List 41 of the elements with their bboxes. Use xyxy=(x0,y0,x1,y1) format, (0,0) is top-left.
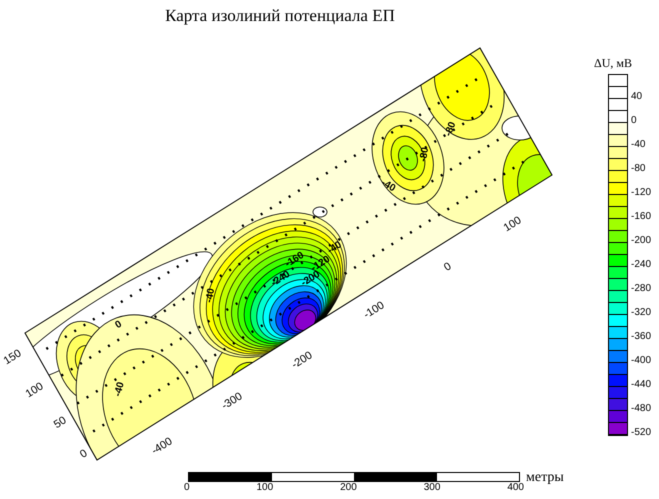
legend-label: -240 xyxy=(631,259,652,271)
legend-label: -280 xyxy=(631,283,652,295)
axis-label: 0 xyxy=(78,447,90,461)
legend-label: -80 xyxy=(631,163,646,175)
contour-label: -40 xyxy=(379,177,398,194)
axis-label: 100 xyxy=(502,214,524,234)
scale-label: 200 xyxy=(340,482,357,493)
scale-label: 400 xyxy=(507,482,524,493)
scale-label: 100 xyxy=(256,482,274,493)
legend-label: -160 xyxy=(631,211,652,223)
contour-label: -200 xyxy=(299,268,322,289)
scale-unit: метры xyxy=(526,470,564,486)
scale-label: 0 xyxy=(184,482,190,493)
axis-label: -300 xyxy=(220,390,245,412)
legend-title: ΔU, мВ xyxy=(594,56,633,71)
contour-label: -40 xyxy=(112,380,127,398)
axis-label: 50 xyxy=(52,414,69,432)
legend-label: -360 xyxy=(631,331,652,343)
axis-label: -400 xyxy=(150,435,175,458)
legend-label: 40 xyxy=(631,91,642,103)
contour-label: -80 xyxy=(443,120,458,138)
contour-label: -240 xyxy=(269,268,292,289)
scale-label: 300 xyxy=(424,482,440,493)
axis-label: 0 xyxy=(442,260,454,274)
legend-label: -200 xyxy=(631,235,652,247)
legend-label: -440 xyxy=(631,379,652,391)
map-title: Карта изолиний потенциала ЕП xyxy=(164,5,396,27)
axis-label: 100 xyxy=(24,380,46,400)
contour-label: -40 xyxy=(204,288,218,304)
legend-label: -40 xyxy=(631,139,646,151)
axis-label: 150 xyxy=(2,347,24,368)
contour-label: 0 xyxy=(113,318,124,332)
axis-label: -200 xyxy=(290,349,315,372)
legend-label: -520 xyxy=(631,427,652,439)
contour-label: -160 xyxy=(283,250,306,270)
legend-label: -400 xyxy=(631,355,652,367)
axis-label: -100 xyxy=(362,299,387,322)
legend-label: -320 xyxy=(631,307,652,319)
legend-label: -480 xyxy=(631,403,652,415)
legend-label: 0 xyxy=(631,115,637,127)
legend-label: -120 xyxy=(631,187,652,199)
